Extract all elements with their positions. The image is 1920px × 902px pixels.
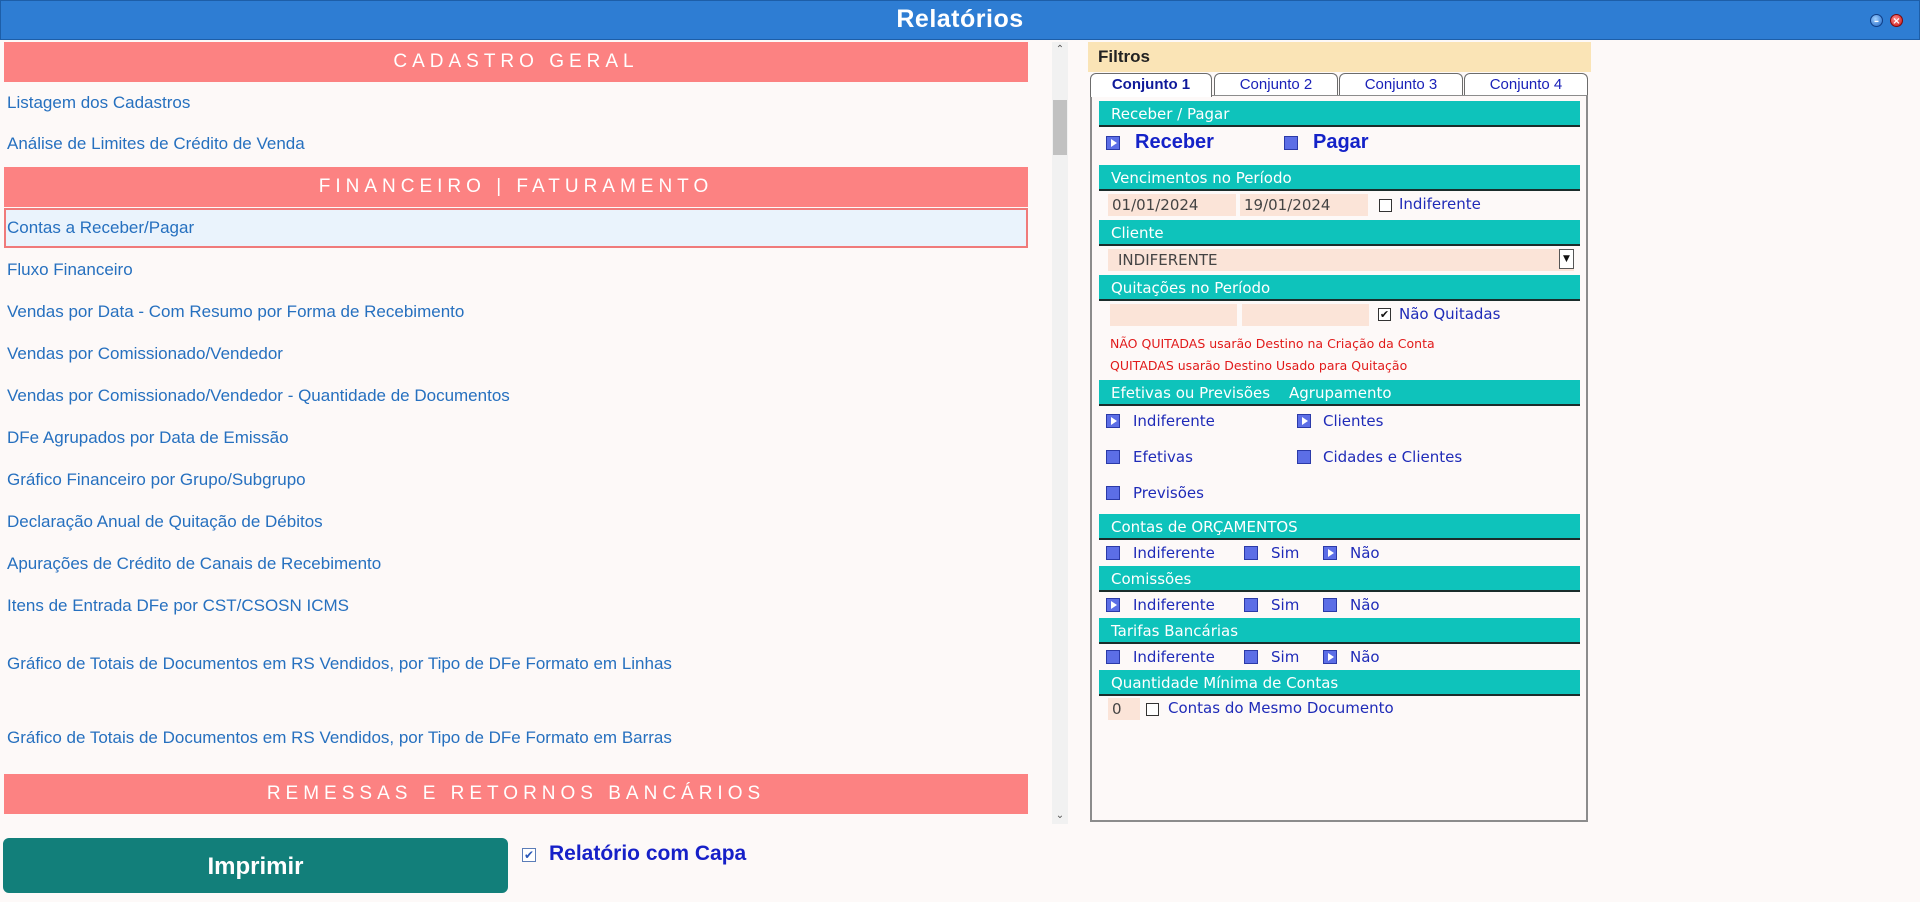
tarifas-nao-radio[interactable] [1323, 650, 1337, 664]
report-item[interactable]: Listagem dos Cadastros [4, 83, 1028, 123]
tab-conjunto-1[interactable]: Conjunto 1 [1090, 73, 1212, 97]
efetivas-efetivas-label: Efetivas [1133, 448, 1193, 466]
quitacao-warning-1: NÃO QUITADAS usarão Destino na Criação d… [1110, 336, 1435, 351]
report-item[interactable]: Itens de Entrada DFe por CST/CSOSN ICMS [4, 586, 1028, 626]
quitacao-warning-2: QUITADAS usarão Destino Usado para Quita… [1110, 358, 1408, 373]
agrupamento-clientes-radio[interactable] [1297, 414, 1311, 428]
tarifas-indiferente-radio[interactable] [1106, 650, 1120, 664]
vencimentos-header: Vencimentos no Período [1099, 165, 1580, 191]
tarifas-indiferente-label: Indiferente [1133, 648, 1215, 666]
comissoes-sim-label: Sim [1271, 596, 1300, 614]
quantidade-minima-input[interactable]: 0 [1108, 698, 1140, 720]
comissoes-indiferente-radio[interactable] [1106, 598, 1120, 612]
report-item-selected[interactable]: Contas a Receber/Pagar [4, 208, 1028, 248]
efetivas-indiferente-label: Indiferente [1133, 412, 1215, 430]
receber-label: Receber [1135, 131, 1214, 153]
agrupamento-cidades-label: Cidades e Clientes [1323, 448, 1463, 466]
window-title: Relatórios [896, 5, 1024, 33]
efetivas-previsoes-label: Previsões [1133, 484, 1204, 502]
nao-quitadas-label: Não Quitadas [1399, 305, 1501, 323]
agrupamento-header-label: Agrupamento [1289, 384, 1392, 402]
efetivas-header-label: Efetivas ou Previsões [1111, 384, 1271, 402]
orcamentos-sim-radio[interactable] [1244, 546, 1258, 560]
tarifas-sim-label: Sim [1271, 648, 1300, 666]
efetivas-agrupamento-header: Efetivas ou Previsões Agrupamento [1099, 380, 1580, 406]
tarifas-sim-radio[interactable] [1244, 650, 1258, 664]
comissoes-sim-radio[interactable] [1244, 598, 1258, 612]
quitacao-from-input[interactable] [1110, 304, 1237, 326]
chevron-down-icon[interactable]: ▼ [1559, 249, 1574, 269]
report-item[interactable]: Vendas por Comissionado/Vendedor - Quant… [4, 376, 1028, 416]
comissoes-indiferente-label: Indiferente [1133, 596, 1215, 614]
orcamentos-nao-radio[interactable] [1323, 546, 1337, 560]
tarifas-header: Tarifas Bancárias [1099, 618, 1580, 644]
section-cadastro-geral: CADASTRO GERAL [4, 42, 1028, 82]
orcamentos-sim-label: Sim [1271, 544, 1300, 562]
reports-scrollbar[interactable]: ⌃ ⌄ [1052, 42, 1068, 824]
receber-radio[interactable] [1106, 136, 1120, 150]
orcamentos-nao-label: Não [1350, 544, 1380, 562]
report-item[interactable]: Gráfico Financeiro por Grupo/Subgrupo [4, 460, 1028, 500]
print-button[interactable]: Imprimir [3, 838, 508, 893]
report-item[interactable]: Fluxo Financeiro [4, 250, 1028, 290]
report-item[interactable]: Vendas por Data - Com Resumo por Forma d… [4, 292, 1028, 332]
scroll-down-icon[interactable]: ⌄ [1052, 808, 1068, 824]
section-financeiro-faturamento: FINANCEIRO | FATURAMENTO [4, 167, 1028, 207]
tarifas-nao-label: Não [1350, 648, 1380, 666]
vencimento-indiferente-checkbox[interactable] [1379, 199, 1392, 212]
tab-conjunto-2[interactable]: Conjunto 2 [1214, 73, 1338, 95]
vencimento-indiferente-label: Indiferente [1399, 195, 1481, 213]
orcamentos-indiferente-radio[interactable] [1106, 546, 1120, 560]
vencimento-to-input[interactable]: 19/01/2024 [1240, 194, 1368, 216]
orcamentos-indiferente-label: Indiferente [1133, 544, 1215, 562]
relatorio-capa-label: Relatório com Capa [549, 842, 747, 865]
report-item[interactable]: Análise de Limites de Crédito de Venda [4, 124, 1028, 164]
nao-quitadas-checkbox[interactable]: ✔ [1378, 308, 1391, 321]
quantidade-header: Quantidade Mínima de Contas [1099, 670, 1580, 696]
report-item[interactable]: Vendas por Comissionado/Vendedor [4, 334, 1028, 374]
tab-conjunto-3[interactable]: Conjunto 3 [1339, 73, 1463, 95]
close-icon[interactable]: × [1890, 14, 1903, 27]
orcamentos-header: Contas de ORÇAMENTOS [1099, 514, 1580, 540]
mesmo-documento-checkbox[interactable] [1146, 703, 1159, 716]
receber-pagar-header: Receber / Pagar [1099, 101, 1580, 127]
cliente-select[interactable]: INDIFERENTE [1108, 249, 1574, 271]
mesmo-documento-label: Contas do Mesmo Documento [1168, 699, 1394, 717]
reports-list: CADASTRO GERAL Listagem dos Cadastros An… [4, 42, 1070, 824]
efetivas-efetivas-radio[interactable] [1106, 450, 1120, 464]
agrupamento-cidades-radio[interactable] [1297, 450, 1311, 464]
tab-conjunto-4[interactable]: Conjunto 4 [1464, 73, 1588, 95]
vencimento-from-input[interactable]: 01/01/2024 [1108, 194, 1236, 216]
efetivas-previsoes-radio[interactable] [1106, 486, 1120, 500]
filters-title: Filtros [1088, 42, 1591, 72]
scroll-up-icon[interactable]: ⌃ [1052, 42, 1068, 58]
report-item[interactable]: Gráfico de Totais de Documentos em RS Ve… [4, 718, 1028, 758]
report-item[interactable]: Gráfico de Totais de Documentos em RS Ve… [4, 644, 1028, 684]
report-item[interactable]: Apurações de Crédito de Canais de Recebi… [4, 544, 1028, 584]
window-titlebar: Relatórios – × [0, 0, 1920, 40]
relatorio-capa-checkbox[interactable]: ✔ [522, 848, 536, 862]
scroll-thumb[interactable] [1053, 100, 1067, 155]
comissoes-header: Comissões [1099, 566, 1580, 592]
agrupamento-clientes-label: Clientes [1323, 412, 1384, 430]
report-item[interactable]: Declaração Anual de Quitação de Débitos [4, 502, 1028, 542]
comissoes-nao-radio[interactable] [1323, 598, 1337, 612]
report-item[interactable]: DFe Agrupados por Data de Emissão [4, 418, 1028, 458]
minimize-icon[interactable]: – [1870, 14, 1883, 27]
pagar-label: Pagar [1313, 131, 1369, 153]
quitacoes-header: Quitações no Período [1099, 275, 1580, 301]
filter-tabs: Conjunto 1 Conjunto 2 Conjunto 3 Conjunt… [1090, 73, 1588, 97]
cliente-header: Cliente [1099, 220, 1580, 246]
comissoes-nao-label: Não [1350, 596, 1380, 614]
pagar-radio[interactable] [1284, 136, 1298, 150]
quitacao-to-input[interactable] [1242, 304, 1369, 326]
section-remessas-retornos: REMESSAS E RETORNOS BANCÁRIOS [4, 774, 1028, 814]
efetivas-indiferente-radio[interactable] [1106, 414, 1120, 428]
